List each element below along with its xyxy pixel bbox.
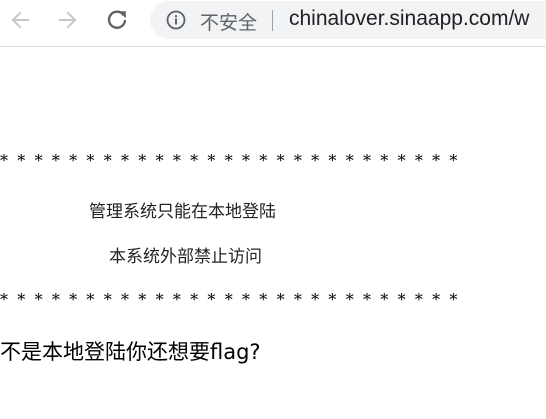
stars-divider-top: * * * * * * * * * * * * * * * * * * * * …: [0, 151, 460, 170]
flag-hint-text: 不是本地登陆你还想要flag?: [0, 340, 261, 364]
notice-external-access-forbidden: 本系统外部禁止访问: [109, 247, 262, 267]
forward-button[interactable]: [54, 6, 82, 34]
back-button[interactable]: [6, 6, 34, 34]
stars-divider-bottom: * * * * * * * * * * * * * * * * * * * * …: [0, 290, 460, 309]
reload-button[interactable]: [103, 6, 131, 34]
back-arrow-icon: [11, 11, 29, 29]
address-divider: [272, 10, 273, 31]
reload-icon: [107, 10, 127, 29]
notice-local-login-only: 管理系统只能在本地登陆: [89, 202, 276, 222]
address-bar[interactable]: 不安全 chinalover.sinaapp.com/w: [150, 1, 546, 39]
browser-toolbar: 不安全 chinalover.sinaapp.com/w: [0, 0, 546, 40]
url-text[interactable]: chinalover.sinaapp.com/w: [289, 7, 529, 31]
forward-arrow-icon: [59, 11, 77, 29]
info-icon[interactable]: [166, 10, 186, 30]
page-content: * * * * * * * * * * * * * * * * * * * * …: [0, 47, 546, 419]
security-status-label[interactable]: 不安全: [200, 8, 257, 35]
